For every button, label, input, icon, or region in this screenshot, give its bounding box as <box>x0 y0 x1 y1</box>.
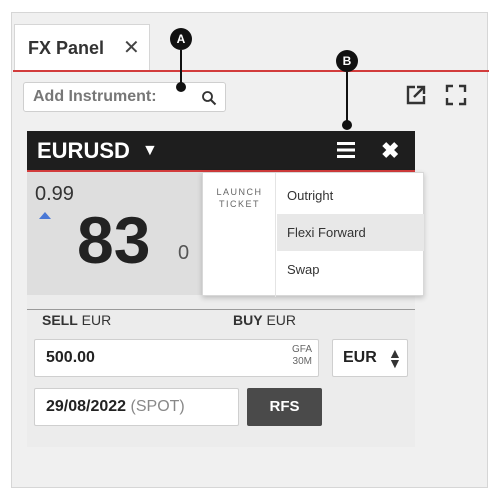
currency-select[interactable]: EUR ▲ ▼ <box>332 339 408 377</box>
date-tenor: (SPOT) <box>130 398 185 415</box>
price-big-figure: 0.99 <box>35 183 74 205</box>
tile-divider <box>27 309 415 310</box>
uptick-arrow-icon <box>39 212 51 219</box>
launch-label-line1: LAUNCH <box>216 187 263 197</box>
launch-label-line2: TICKET <box>218 199 260 209</box>
tab-fx-panel[interactable]: FX Panel ✕ <box>14 24 150 71</box>
menu-icon[interactable] <box>335 140 357 160</box>
buy-label-ccy: EUR <box>266 312 297 328</box>
rfs-button[interactable]: RFS <box>247 388 322 426</box>
date-text: 29/08/2022 <box>46 398 127 415</box>
launch-ticket-label: LAUNCH TICKET <box>203 173 276 297</box>
sell-label: SELL EUR <box>42 312 111 328</box>
price-fractional-pip: 0 <box>178 242 190 264</box>
settlement-date-input[interactable]: 29/08/2022 (SPOT) <box>34 388 239 426</box>
price-display[interactable]: 0.99 83 0 <box>27 172 217 295</box>
tab-bar: FX Panel ✕ <box>12 13 487 71</box>
tile-header: EURUSD ▼ ✖ <box>27 131 415 170</box>
date-value: 29/08/2022 (SPOT) <box>46 398 185 416</box>
menu-item-swap[interactable]: Swap <box>277 251 424 288</box>
tab-underline <box>13 70 489 72</box>
tab-close-icon[interactable]: ✕ <box>123 35 140 60</box>
fullscreen-icon[interactable] <box>445 84 467 106</box>
currency-pair-label[interactable]: EURUSD <box>37 138 130 164</box>
callout-a: A <box>170 28 192 50</box>
amount-value: 500.00 <box>46 349 95 366</box>
sell-label-ccy: EUR <box>81 312 112 328</box>
callout-b-line <box>346 72 348 124</box>
menu-item-outright[interactable]: Outright <box>277 177 424 214</box>
sell-label-bold: SELL <box>42 312 78 328</box>
chevron-down-icon[interactable]: ▼ <box>142 142 158 160</box>
callout-a-dot <box>176 82 186 92</box>
add-instrument-input[interactable]: Add Instrument: <box>23 82 226 112</box>
price-pips: 83 <box>77 203 151 277</box>
add-instrument-label: Add Instrument: <box>33 88 157 105</box>
buy-label: BUY EUR <box>233 312 296 328</box>
callout-a-line <box>180 50 182 86</box>
select-arrows-icon: ▲ ▼ <box>388 345 402 371</box>
amount-input[interactable]: 500.00 GFA 30M <box>34 339 319 377</box>
gfa-line2: 30M <box>292 356 312 367</box>
search-icon[interactable] <box>201 90 217 106</box>
tab-label: FX Panel <box>28 38 105 58</box>
gfa-line1: GFA <box>291 344 312 355</box>
callout-b: B <box>336 50 358 72</box>
launch-ticket-menu: LAUNCH TICKET Outright Flexi Forward Swa… <box>202 172 424 297</box>
buy-label-bold: BUY <box>233 312 263 328</box>
close-icon[interactable]: ✖ <box>381 138 399 164</box>
order-type-label: GFA 30M <box>292 344 312 368</box>
currency-value: EUR <box>343 349 377 366</box>
callout-b-dot <box>342 120 352 130</box>
menu-item-flexi-forward[interactable]: Flexi Forward <box>277 214 424 251</box>
fx-panel: FX Panel ✕ Add Instrument: EURUSD ▼ ✖ 0.… <box>11 12 489 488</box>
popout-icon[interactable] <box>405 84 427 106</box>
